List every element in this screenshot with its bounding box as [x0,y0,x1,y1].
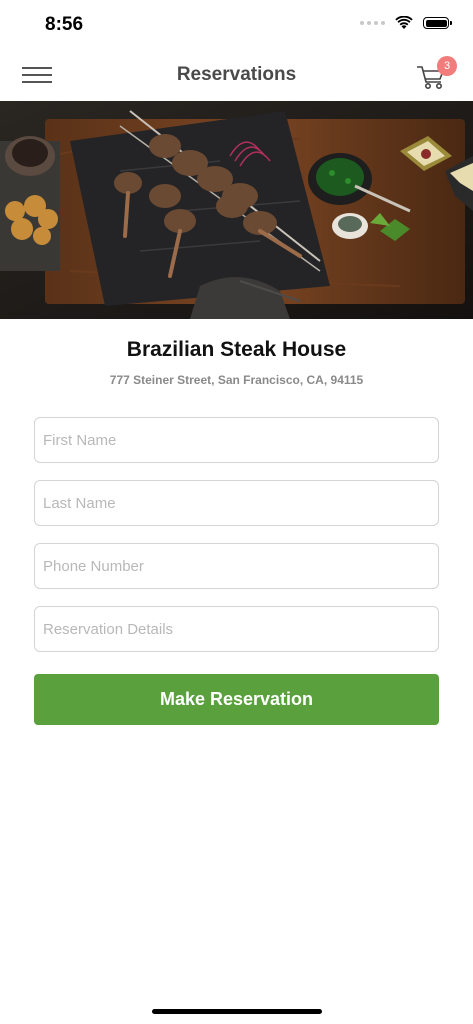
first-name-input[interactable] [34,417,439,463]
restaurant-name: Brazilian Steak House [126,338,347,361]
cellular-signal-icon [360,21,385,25]
wifi-icon [395,16,413,29]
home-indicator[interactable] [152,1009,322,1014]
reservation-details-input[interactable] [34,606,439,652]
restaurant-hero-image [0,101,473,319]
status-bar: 8:56 [0,0,473,50]
last-name-input[interactable] [34,480,439,526]
cart-button[interactable]: 3 [415,56,457,94]
status-time: 8:56 [45,14,84,35]
nav-bar: Reservations 3 [0,50,473,102]
cart-count-badge: 3 [437,56,457,76]
page-title: Reservations [176,64,297,85]
battery-icon [423,17,452,29]
status-icons [360,16,452,30]
make-reservation-button[interactable]: Make Reservation [34,674,439,725]
phone-number-input[interactable] [34,543,439,589]
restaurant-address: 777 Steiner Street, San Francisco, CA, 9… [109,373,364,387]
